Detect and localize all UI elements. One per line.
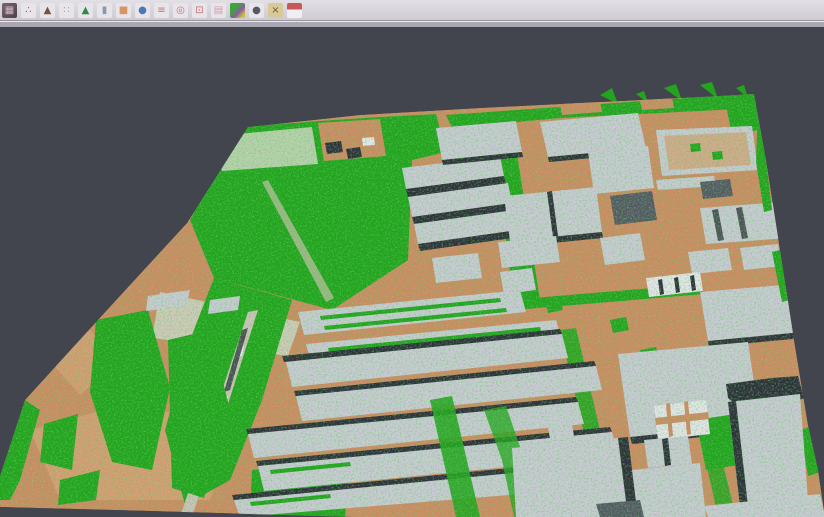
red-ring-icon[interactable]: ◎ [173,3,188,18]
align-point-pairs-icon[interactable]: ∴ [21,3,36,18]
layers-flag-icon[interactable]: ▬ [287,3,302,18]
sparse-points-icon[interactable]: ∷ [59,3,74,18]
column-slice-icon[interactable]: ▮ [97,3,112,18]
dark-sphere-icon[interactable]: ● [249,3,264,18]
ortho-tile-icon[interactable]: ■ [116,3,131,18]
3d-viewport[interactable] [0,27,824,517]
red-list-icon[interactable]: ≡ [154,3,169,18]
map-cross-icon[interactable]: × [268,3,283,18]
dark-speckle-noise [0,94,824,517]
point-cloud-scene [0,27,824,517]
terrain-brown-icon[interactable]: ▲ [40,3,55,18]
checker-grid-icon[interactable]: ▤ [211,3,226,18]
terrain-green-icon[interactable]: ▲ [78,3,93,18]
classification-colormap-icon[interactable] [230,3,245,18]
selection-box-icon[interactable]: ⊡ [192,3,207,18]
dark-points-icon[interactable]: ▦ [2,3,17,18]
application-window: { "palette": { "background": "#42454e", … [0,0,824,517]
globe-icon[interactable]: ● [135,3,150,18]
toolbar: ▦ ∴ ▲ ∷ ▲ ▮ ■ ● ≡ ◎ ⊡ ▤ ● × ▬ [0,0,824,21]
